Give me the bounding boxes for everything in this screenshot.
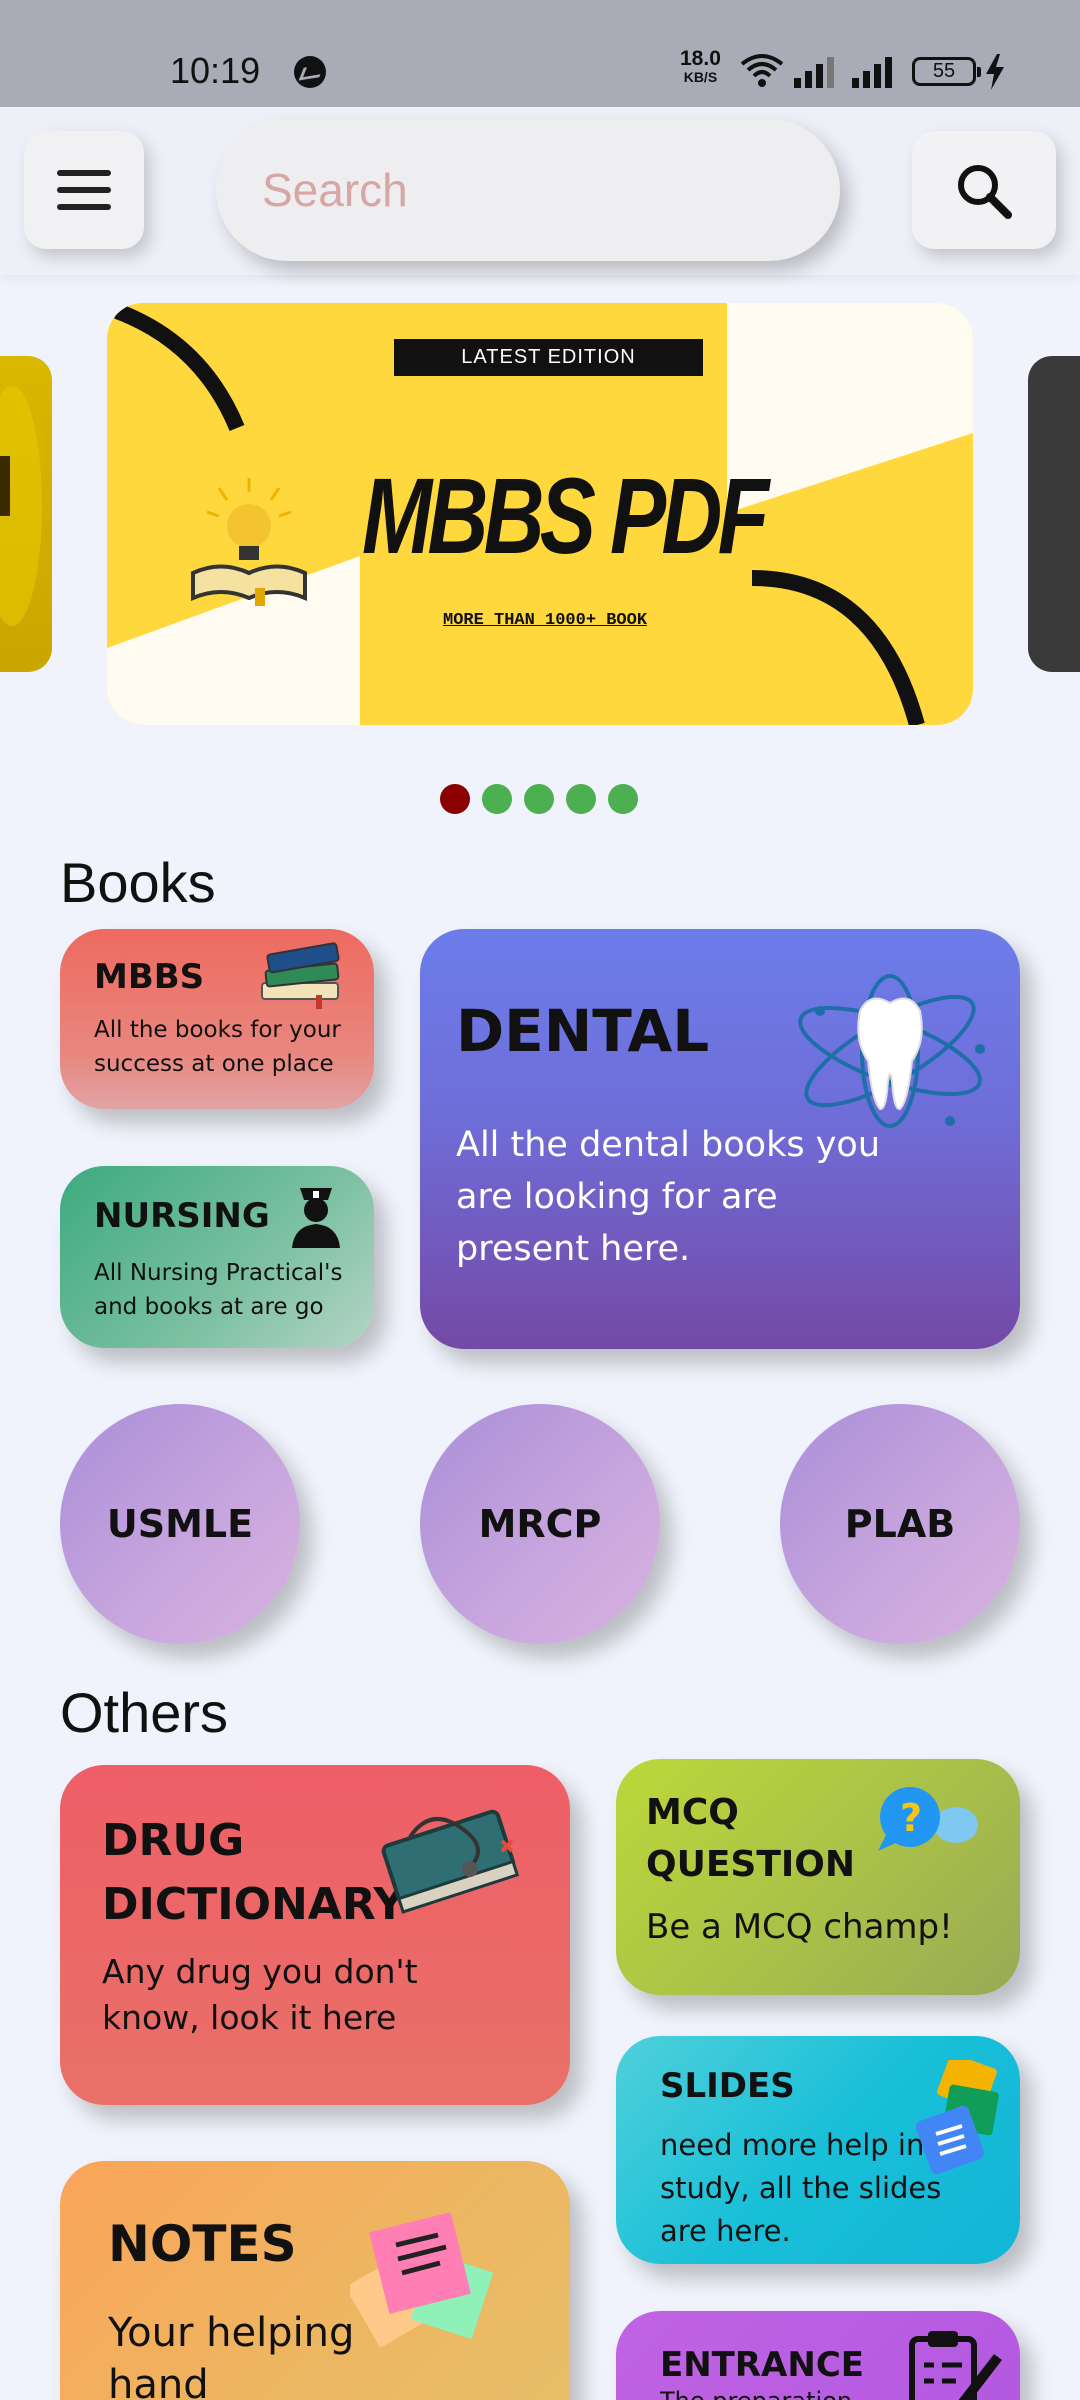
carousel-dot[interactable]: [524, 784, 554, 814]
mbbs-title: MBBS: [94, 957, 205, 997]
plab-button[interactable]: PLAB: [780, 1404, 1020, 1644]
question-chat-icon: ?: [878, 1787, 978, 1851]
menu-icon: [57, 204, 111, 210]
signal-icon: [852, 57, 892, 88]
nursing-desc: All Nursing Practical's and books at are…: [94, 1260, 343, 1320]
search-button[interactable]: [912, 131, 1056, 249]
status-bar: 10:19 18.0 KB/S 55: [0, 0, 1080, 107]
entrance-desc: The preparation: [660, 2387, 860, 2400]
menu-icon: [57, 187, 111, 193]
lightbulb-book-icon: [191, 478, 307, 606]
drug-title: DRUG DICTIONARY: [102, 1815, 406, 1930]
mcq-title: MCQ QUESTION: [646, 1792, 856, 1885]
mcq-desc: Be a MCQ champ!: [646, 1907, 953, 1947]
banner-tag: LATEST EDITION: [394, 339, 703, 376]
signal-icon: [794, 57, 834, 88]
tooth-atom-icon: [798, 974, 985, 1128]
drug-desc: Any drug you don't know, look it here: [102, 1952, 418, 2037]
notes-title: NOTES: [108, 2215, 297, 2273]
clipboard-pen-icon: [909, 2331, 1002, 2400]
carousel-dot[interactable]: [566, 784, 596, 814]
network-speed-unit: KB/S: [683, 69, 718, 85]
entrance-card[interactable]: ENTRANCE The preparation: [616, 2311, 1020, 2400]
dental-title: DENTAL: [456, 997, 710, 1065]
charging-icon: [986, 54, 1004, 90]
others-heading: Others: [60, 1681, 229, 1744]
mbbs-card[interactable]: MBBS All the books for your success at o…: [60, 929, 374, 1109]
carousel-next-slide[interactable]: [1028, 356, 1080, 672]
status-time: 10:19: [170, 50, 261, 91]
mrcp-button[interactable]: MRCP: [420, 1404, 660, 1644]
medical-book-stethoscope-icon: [381, 1809, 520, 1914]
search-input[interactable]: [216, 119, 840, 261]
messenger-icon: [294, 56, 326, 88]
carousel-dot[interactable]: [608, 784, 638, 814]
dental-card[interactable]: DENTAL All the dental books you are look…: [420, 929, 1020, 1349]
nursing-card[interactable]: NURSING All Nursing Practical's and book…: [60, 1166, 374, 1348]
banner-subtitle: MORE THAN 1000+ BOOK: [443, 611, 648, 630]
nursing-title: NURSING: [94, 1196, 270, 1236]
network-speed: 18.0 KB/S: [680, 47, 721, 86]
top-bar: [0, 107, 1080, 275]
banner-title: MBBS PDF: [362, 455, 769, 576]
books-heading: Books: [60, 851, 216, 914]
carousel-dots: [440, 784, 650, 816]
svg-text:?: ?: [900, 1796, 922, 1840]
banner-slide[interactable]: LATEST EDITION MBBS PDF MORE THAN 1000+ …: [107, 303, 973, 725]
notes-card[interactable]: NOTES Your helping hand: [60, 2161, 570, 2400]
carousel-dot[interactable]: [440, 784, 470, 814]
sticky-notes-icon: [350, 2212, 494, 2348]
drug-dictionary-card[interactable]: DRUG DICTIONARY Any drug you don't know,…: [60, 1765, 570, 2105]
search-icon: [958, 165, 1012, 219]
menu-icon: [57, 170, 111, 176]
carousel-dot[interactable]: [482, 784, 512, 814]
mbbs-desc: All the books for your success at one pl…: [94, 1017, 341, 1077]
slides-title: SLIDES: [660, 2066, 795, 2106]
network-speed-value: 18.0: [680, 47, 721, 70]
battery-level: 55: [912, 57, 981, 86]
carousel-prev-slide[interactable]: [0, 356, 52, 672]
dental-desc: All the dental books you are looking for…: [456, 1125, 881, 1269]
anatomy-figure-icon: [0, 386, 42, 626]
nurse-icon: [292, 1188, 340, 1248]
entrance-title: ENTRANCE: [660, 2345, 864, 2385]
books-stack-icon: [261, 942, 340, 1009]
slides-card[interactable]: SLIDES need more help in study, all the …: [616, 2036, 1020, 2264]
usmle-button[interactable]: USMLE: [60, 1404, 300, 1644]
mcq-question-card[interactable]: MCQ QUESTION Be a MCQ champ! ?: [616, 1759, 1020, 1995]
slides-icon: [915, 2060, 999, 2175]
menu-button[interactable]: [24, 131, 144, 249]
wifi-icon: [740, 54, 784, 87]
